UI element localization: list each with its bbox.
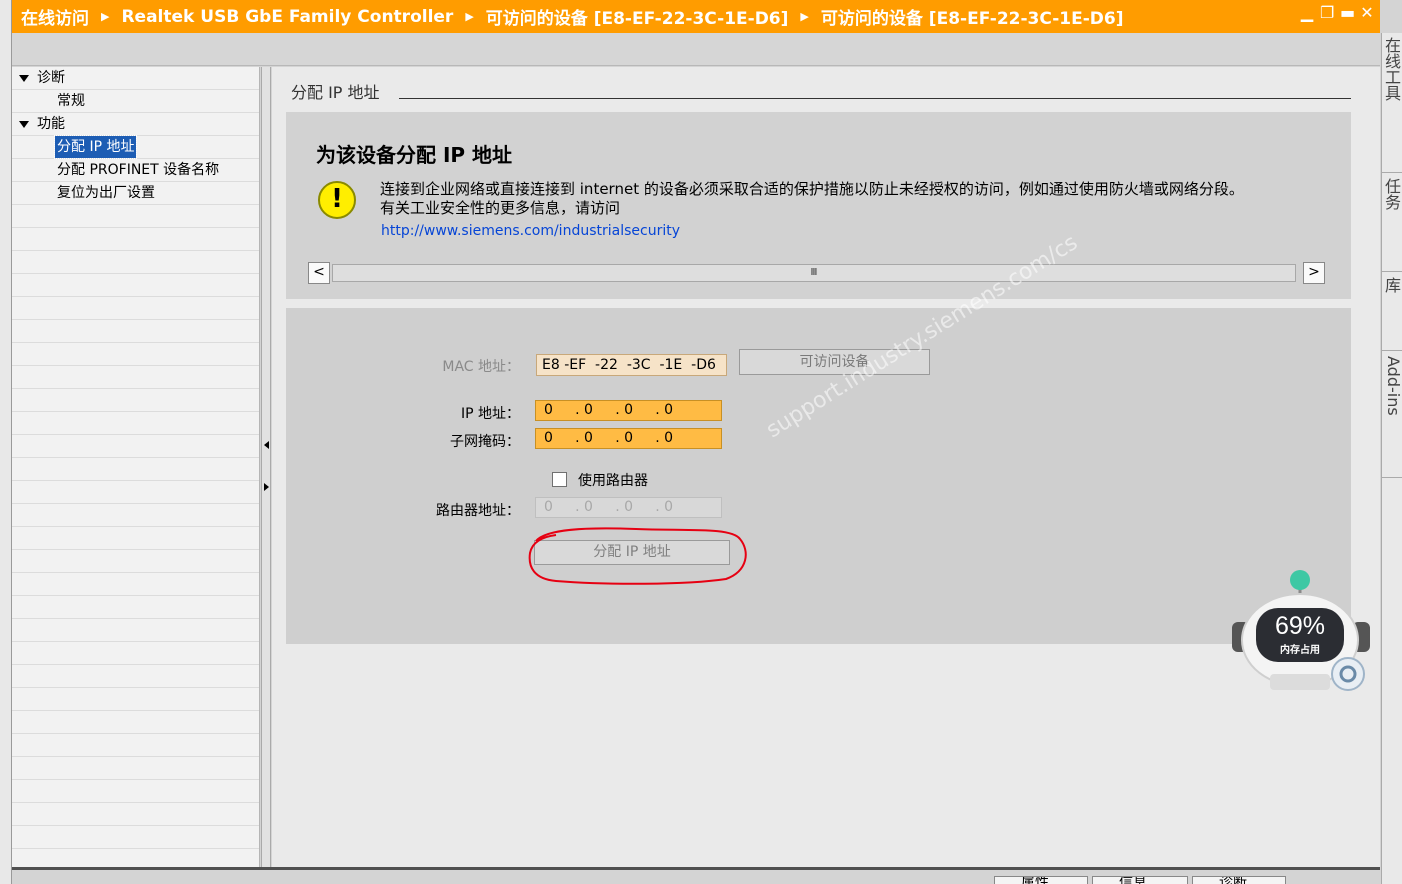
mac-address-field: E8 -EF -22 -3C -1E -D6 <box>536 354 727 376</box>
memory-label: 内存占用 <box>1280 645 1320 656</box>
tab-properties[interactable]: 属性 <box>994 876 1088 884</box>
tab-add-ins[interactable]: Add-ins <box>1382 352 1402 478</box>
title-bar: 在线访问 ▶ Realtek USB GbE Family Controller… <box>12 0 1380 33</box>
tree-item-assign-profinet-name[interactable]: 分配 PROFINET 设备名称 <box>12 159 259 182</box>
navigation-tree: 诊断 常规 功能 分配 IP 地址 分配 PROFINET 设备名称 复位为出厂… <box>12 67 260 867</box>
tab-tasks[interactable]: 任务 <box>1382 174 1402 272</box>
tab-info[interactable]: 信息 <box>1092 876 1188 884</box>
window-controls: ▁ ❐ ▬ ✕ <box>1300 5 1374 21</box>
breadcrumb-online-access[interactable]: 在线访问 <box>21 4 89 29</box>
scroll-thumb[interactable]: Ⅲ <box>332 264 1296 282</box>
collapse-left-icon[interactable] <box>264 441 269 449</box>
chevron-right-icon: ▶ <box>101 10 110 23</box>
tree-item-diagnostics[interactable]: 诊断 <box>12 67 259 90</box>
minimize-icon[interactable]: ▁ <box>1300 5 1314 21</box>
chevron-right-icon: ▶ <box>465 10 474 23</box>
left-edge-panel <box>0 0 12 884</box>
memory-usage-widget[interactable]: 69% 内存占用 <box>1230 568 1372 698</box>
security-info-box: 为该设备分配 IP 地址 ! 连接到企业网络或直接连接到 internet 的设… <box>286 112 1351 299</box>
ip-assignment-form: MAC 地址： E8 -EF -22 -3C -1E -D6 可访问设备 IP … <box>286 308 1351 644</box>
security-link[interactable]: http://www.siemens.com/industrialsecurit… <box>381 223 680 239</box>
subnet-mask-input[interactable]: 0 . 0 . 0 . 0 <box>535 428 722 449</box>
router-address-input[interactable]: 0 . 0 . 0 . 0 <box>535 497 722 518</box>
expand-triangle-icon[interactable] <box>19 75 29 82</box>
inspector-bar: 属性 信息 诊断 <box>12 867 1380 884</box>
breadcrumb-device-2[interactable]: 可访问的设备 [E8-EF-22-3C-1E-D6] <box>821 4 1124 29</box>
breadcrumb-device-1[interactable]: 可访问的设备 [E8-EF-22-3C-1E-D6] <box>486 4 789 29</box>
mac-label: MAC 地址： <box>442 359 520 375</box>
expand-right-icon[interactable] <box>264 483 269 491</box>
tree-item-general[interactable]: 常规 <box>12 90 259 113</box>
main-content: 分配 IP 地址 为该设备分配 IP 地址 ! 连接到企业网络或直接连接到 in… <box>272 67 1380 867</box>
warning-icon: ! <box>318 181 356 219</box>
use-router-label: 使用路由器 <box>578 473 648 489</box>
scroll-left-button[interactable]: < <box>308 262 330 284</box>
horizontal-scrollbar[interactable]: < Ⅲ > <box>308 262 1325 284</box>
tree-item-assign-ip[interactable]: 分配 IP 地址 <box>12 135 259 159</box>
memory-percent: 69% <box>1274 612 1326 640</box>
section-divider <box>399 98 1351 99</box>
tab-online-tools[interactable]: 在线工具 <box>1382 33 1402 173</box>
tree-item-functions[interactable]: 功能 <box>12 113 259 136</box>
tab-diagnostics[interactable]: 诊断 <box>1192 876 1286 884</box>
scroll-right-button[interactable]: > <box>1303 262 1325 284</box>
use-router-checkbox[interactable] <box>552 472 567 487</box>
section-title: 分配 IP 地址 <box>291 83 380 102</box>
app-window: 在线访问 ▶ Realtek USB GbE Family Controller… <box>0 0 1402 884</box>
tree-item-factory-reset[interactable]: 复位为出厂设置 <box>12 182 259 205</box>
subnet-label: 子网掩码： <box>450 434 520 450</box>
breadcrumb-adapter[interactable]: Realtek USB GbE Family Controller <box>121 7 453 27</box>
ip-address-input[interactable]: 0 . 0 . 0 . 0 <box>535 400 722 421</box>
chevron-right-icon: ▶ <box>800 10 809 23</box>
close-icon[interactable]: ✕ <box>1360 5 1374 21</box>
ip-label: IP 地址： <box>460 406 520 422</box>
restore-icon[interactable]: ❐ <box>1320 5 1334 21</box>
info-title: 为该设备分配 IP 地址 <box>316 143 513 167</box>
accessible-devices-button[interactable]: 可访问设备 <box>739 349 930 375</box>
assign-ip-button[interactable]: 分配 IP 地址 <box>534 540 730 565</box>
expand-triangle-icon[interactable] <box>19 121 29 128</box>
toolbar <box>12 33 1380 66</box>
tab-libraries[interactable]: 库 <box>1382 273 1402 351</box>
router-label: 路由器地址： <box>436 503 520 519</box>
warning-text: 连接到企业网络或直接连接到 internet 的设备必须采取合适的保护措施以防止… <box>380 180 1244 217</box>
panel-splitter[interactable] <box>261 67 271 867</box>
task-card-bar: 在线工具 任务 库 Add-ins <box>1381 33 1402 884</box>
maximize-icon[interactable]: ▬ <box>1340 5 1355 21</box>
